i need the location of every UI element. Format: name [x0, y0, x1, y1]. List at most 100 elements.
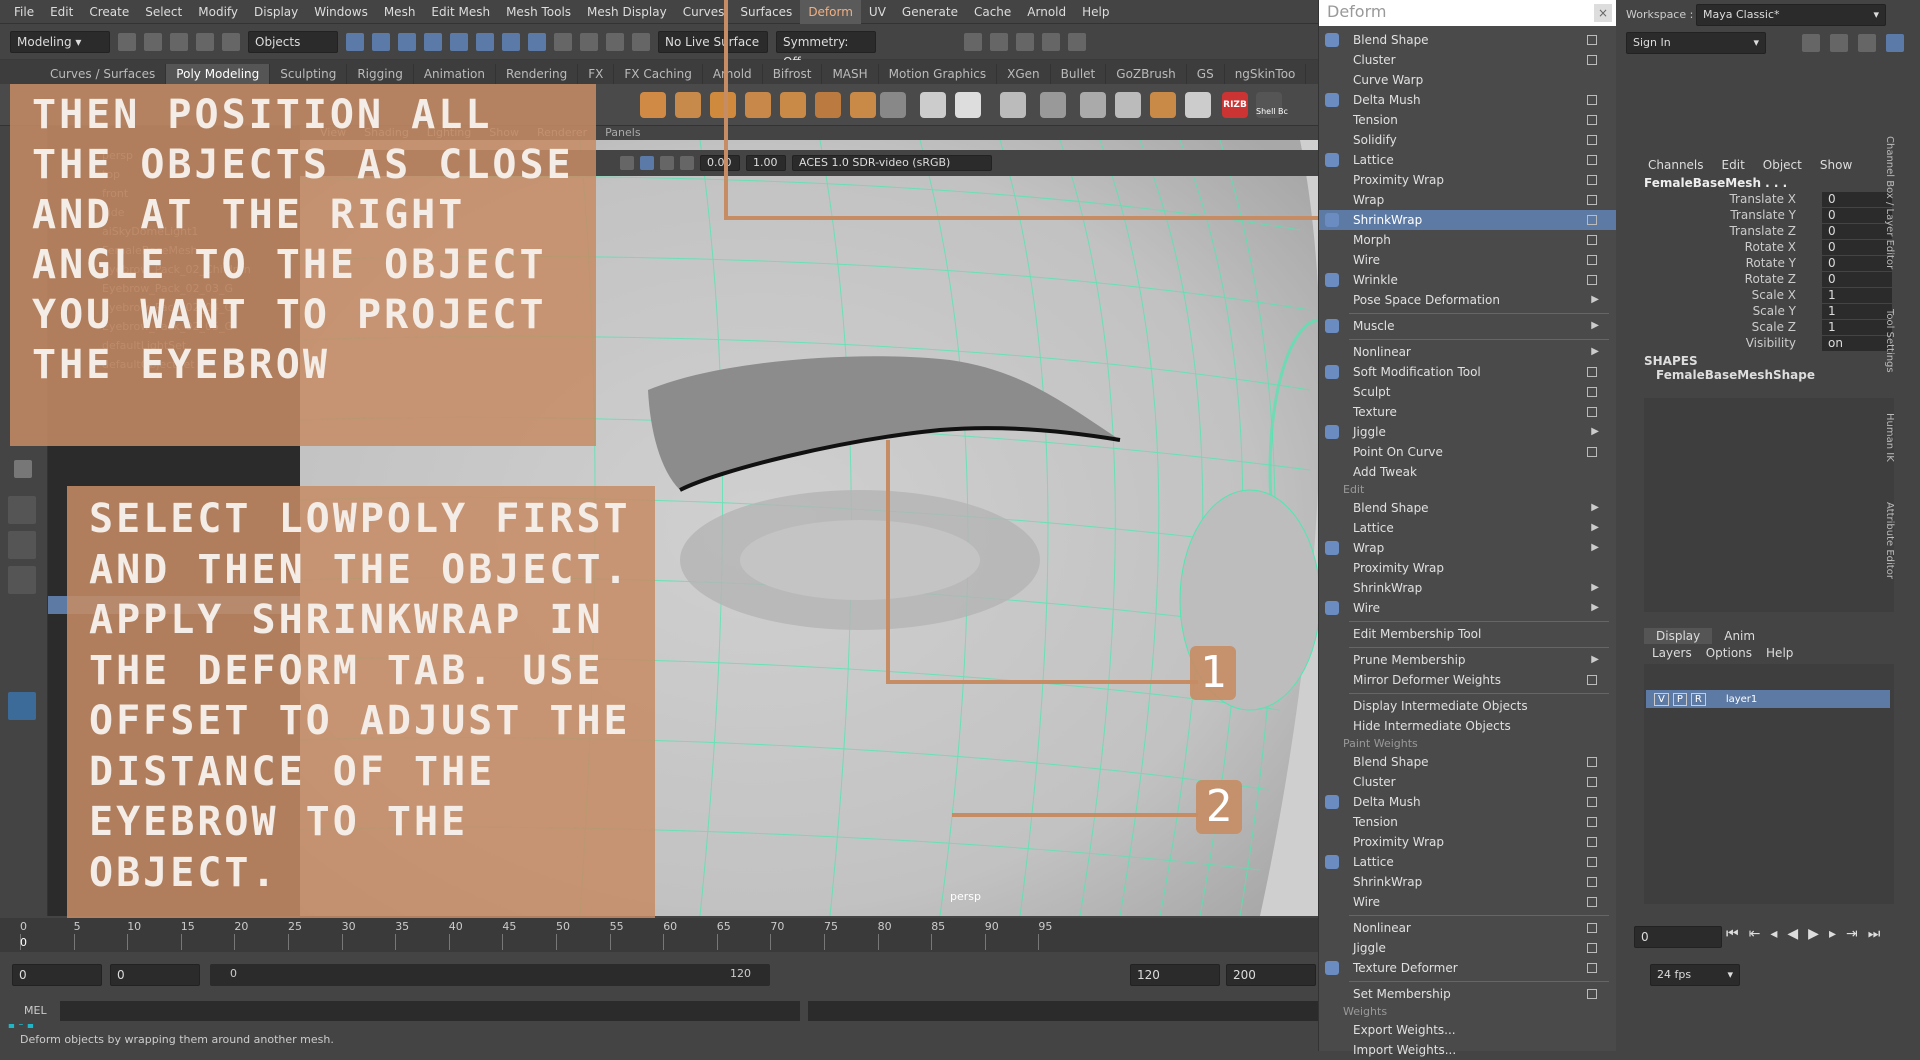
play-back-icon[interactable]: ◀ [1787, 926, 1798, 942]
option-box-icon[interactable] [1587, 95, 1597, 105]
menu-item-nonlinear[interactable]: Nonlinear [1319, 918, 1617, 938]
mel-label[interactable]: MEL [24, 1004, 47, 1017]
option-box-icon[interactable] [1587, 135, 1597, 145]
menu-item-jiggle[interactable]: Jiggle ▶ [1319, 422, 1617, 442]
end-frame-field[interactable]: 200 [1226, 964, 1316, 986]
shelf-tab-rendering[interactable]: Rendering [496, 64, 579, 84]
layer-tab-display[interactable]: Display [1644, 628, 1713, 644]
snap-grid-icon[interactable] [424, 32, 442, 51]
cylinder-icon[interactable] [710, 92, 736, 118]
channel-box-icon[interactable] [1886, 34, 1904, 52]
layer-row[interactable]: V P R layer1 [1646, 690, 1890, 708]
menu-item-wire[interactable]: Wire ▶ [1319, 598, 1617, 618]
menu-item-add-tweak[interactable]: Add Tweak [1319, 462, 1617, 482]
option-box-icon[interactable] [1587, 923, 1597, 933]
menu-item-wire[interactable]: Wire [1319, 250, 1617, 270]
option-box-icon[interactable] [1587, 255, 1597, 265]
menu-item-set-membership[interactable]: Set Membership [1319, 984, 1617, 1004]
shell-shelf-button[interactable]: Shell Bc [1256, 92, 1288, 118]
layer-menu-help[interactable]: Help [1766, 646, 1793, 660]
menu-item-shrinkwrap[interactable]: ShrinkWrap ▶ [1319, 578, 1617, 598]
menu-item-blend-shape[interactable]: Blend Shape [1319, 30, 1617, 50]
menu-arnold[interactable]: Arnold [1019, 0, 1074, 24]
channel-tab-object[interactable]: Object [1763, 158, 1802, 172]
channel-value[interactable]: 0 [1822, 240, 1892, 255]
menu-mesh-tools[interactable]: Mesh Tools [498, 0, 579, 24]
go-to-end-icon[interactable]: ⏭ [1868, 926, 1881, 942]
menu-item-import-weights[interactable]: Import Weights... [1319, 1040, 1617, 1060]
menu-item-tension[interactable]: Tension [1319, 110, 1617, 130]
smooth-shade-icon[interactable] [640, 156, 654, 170]
start-frame-field[interactable]: 0 [12, 964, 102, 986]
menu-item-shrinkwrap[interactable]: ShrinkWrap [1319, 872, 1617, 892]
side-tab-channel-box-layer-editor[interactable]: Channel Box / Layer Editor [1884, 136, 1895, 269]
menu-item-wrap[interactable]: Wrap [1319, 190, 1617, 210]
option-box-icon[interactable] [1587, 943, 1597, 953]
bevel-icon[interactable] [955, 92, 981, 118]
shelf-tab-rigging[interactable]: Rigging [347, 64, 414, 84]
menu-surfaces[interactable]: Surfaces [732, 0, 800, 24]
menu-item-proximity-wrap[interactable]: Proximity Wrap [1319, 170, 1617, 190]
menu-item-cluster[interactable]: Cluster [1319, 772, 1617, 792]
color-space-dropdown[interactable]: ACES 1.0 SDR-video (sRGB) [792, 155, 992, 171]
layout-four-icon[interactable] [8, 531, 36, 559]
menu-item-tension[interactable]: Tension [1319, 812, 1617, 832]
option-box-icon[interactable] [1587, 55, 1597, 65]
side-tab-human-ik[interactable]: Human IK [1884, 413, 1895, 462]
option-box-icon[interactable] [1587, 757, 1597, 767]
shelf-tab-poly-modeling[interactable]: Poly Modeling [166, 64, 271, 84]
symmetry-dropdown[interactable]: Symmetry: Off [776, 30, 876, 69]
option-box-icon[interactable] [1587, 155, 1597, 165]
option-box-icon[interactable] [1587, 175, 1597, 185]
workspace-dropdown[interactable]: Maya Classic* ▾ [1696, 4, 1886, 26]
option-box-icon[interactable] [1587, 777, 1597, 787]
side-tab-tool-settings[interactable]: Tool Settings [1884, 309, 1895, 373]
channel-scale-y[interactable]: Scale Y 1 [1616, 304, 1896, 320]
option-box-icon[interactable] [1587, 817, 1597, 827]
paint-select-icon[interactable] [398, 32, 416, 51]
channel-translate-z[interactable]: Translate Z 0 [1616, 224, 1896, 240]
side-tab-attribute-editor[interactable]: Attribute Editor [1884, 502, 1895, 579]
menu-display[interactable]: Display [246, 0, 306, 24]
history-icon[interactable] [580, 32, 598, 51]
menu-item-morph[interactable]: Morph [1319, 230, 1617, 250]
menu-modify[interactable]: Modify [190, 0, 246, 24]
snap-surface-icon[interactable] [528, 32, 546, 51]
textured-icon[interactable] [660, 156, 674, 170]
undo-icon[interactable] [196, 32, 214, 51]
shape-name[interactable]: FemaleBaseMeshShape [1656, 368, 1815, 382]
menu-item-cluster[interactable]: Cluster [1319, 50, 1617, 70]
shelf-tab-fx[interactable]: FX [578, 64, 615, 84]
step-back-icon[interactable]: ◂ [1770, 926, 1777, 942]
menu-select[interactable]: Select [137, 0, 190, 24]
channel-scale-z[interactable]: Scale Z 1 [1616, 320, 1896, 336]
menu-item-wrinkle[interactable]: Wrinkle [1319, 270, 1617, 290]
option-box-icon[interactable] [1587, 963, 1597, 973]
combine-icon[interactable] [880, 92, 906, 118]
menu-file[interactable]: File [6, 0, 42, 24]
layer-menu-layers[interactable]: Layers [1652, 646, 1692, 660]
menu-item-edit-membership-tool[interactable]: Edit Membership Tool [1319, 624, 1617, 644]
menu-item-delta-mush[interactable]: Delta Mush [1319, 792, 1617, 812]
menu-uv[interactable]: UV [861, 0, 894, 24]
menu-item-wire[interactable]: Wire [1319, 892, 1617, 912]
exposure-field[interactable]: 0.00 [700, 155, 740, 171]
sphere-icon[interactable] [675, 92, 701, 118]
channel-value[interactable]: 1 [1822, 304, 1892, 319]
menu-item-wrap[interactable]: Wrap ▶ [1319, 538, 1617, 558]
wireframe-toggle-icon[interactable] [620, 156, 634, 170]
new-scene-icon[interactable] [118, 32, 136, 51]
menu-item-texture[interactable]: Texture [1319, 402, 1617, 422]
modeling-toolkit-icon[interactable] [1830, 34, 1848, 52]
menu-deform[interactable]: Deform [800, 0, 861, 24]
option-box-icon[interactable] [1587, 367, 1597, 377]
shelf-tab-bullet[interactable]: Bullet [1051, 64, 1107, 84]
menu-item-lattice[interactable]: Lattice ▶ [1319, 518, 1617, 538]
sign-in-button[interactable]: Sign In ▾ [1626, 32, 1766, 54]
option-box-icon[interactable] [1587, 35, 1597, 45]
option-box-icon[interactable] [1587, 877, 1597, 887]
shelf-tab-arnold[interactable]: Arnold [703, 64, 763, 84]
channel-value[interactable]: 0 [1822, 208, 1892, 223]
attribute-editor-icon[interactable] [1858, 34, 1876, 52]
selection-mode-dropdown[interactable]: Objects [248, 30, 338, 53]
